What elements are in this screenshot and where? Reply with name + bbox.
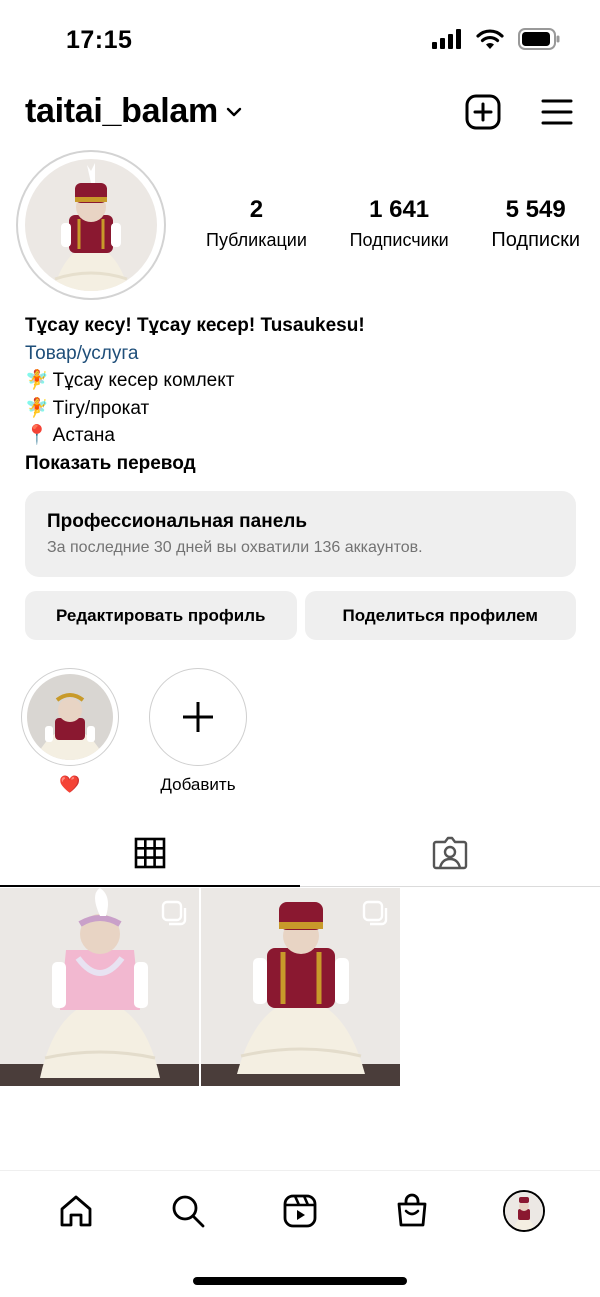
pro-panel-title: Профессиональная панель bbox=[47, 511, 308, 532]
hamburger-menu-icon bbox=[541, 99, 573, 125]
following-count-value: 5 549 bbox=[505, 196, 566, 223]
shop-icon bbox=[397, 1193, 427, 1226]
profile-photo-image bbox=[25, 159, 157, 291]
profile-photo bbox=[25, 159, 157, 291]
posts-count-label: Публикации bbox=[206, 230, 307, 250]
bio-line: 🧚 Тігу/прокат bbox=[25, 395, 585, 423]
following-count-label: Подписки bbox=[491, 229, 580, 251]
professional-dashboard[interactable]: Профессиональная панель За последние 30 … bbox=[25, 491, 576, 577]
profile-stats: 2 Публикации 1 641 Подписчики 5 549 Подп… bbox=[206, 196, 580, 252]
reels-icon bbox=[283, 1194, 317, 1227]
tab-tagged[interactable] bbox=[300, 820, 600, 886]
nav-reels[interactable] bbox=[270, 1181, 330, 1241]
nav-shop[interactable] bbox=[382, 1181, 442, 1241]
highlight-image bbox=[27, 674, 113, 760]
plus-square-icon bbox=[465, 94, 501, 130]
followers-count[interactable]: 1 641 Подписчики bbox=[350, 196, 449, 252]
profile-bio: Тұсау кесу! Тұсау кесер! Tusaukesu! Това… bbox=[25, 312, 585, 477]
bottom-nav bbox=[0, 1170, 600, 1250]
status-time: 17:15 bbox=[66, 26, 133, 54]
new-highlight-circle bbox=[149, 668, 247, 766]
chevron-down-icon bbox=[226, 107, 242, 116]
battery-icon bbox=[518, 28, 560, 50]
fairy-emoji-icon: 🧚 bbox=[25, 397, 49, 419]
edit-profile-button[interactable]: Редактировать профиль bbox=[25, 591, 297, 640]
menu-button[interactable] bbox=[537, 92, 577, 132]
posts-grid bbox=[0, 888, 600, 1086]
home-icon bbox=[60, 1195, 92, 1226]
multiple-photos-icon bbox=[362, 900, 388, 926]
story-highlights: ❤️ Добавить bbox=[20, 668, 248, 796]
tagged-icon bbox=[432, 836, 468, 870]
highlight-item[interactable]: ❤️ bbox=[20, 668, 120, 796]
home-indicator[interactable] bbox=[193, 1277, 407, 1285]
posts-count-value: 2 bbox=[249, 196, 264, 223]
status-icons bbox=[432, 28, 560, 50]
tab-posts-grid[interactable] bbox=[0, 820, 300, 887]
followers-count-value: 1 641 bbox=[369, 196, 430, 223]
profile-avatar-image bbox=[505, 1191, 543, 1230]
status-bar: 17:15 bbox=[0, 0, 600, 80]
following-count[interactable]: 5 549 Подписки bbox=[491, 196, 580, 252]
profile-avatar[interactable] bbox=[16, 150, 166, 300]
account-switcher[interactable]: taitai_balam bbox=[25, 92, 242, 131]
post-thumbnail[interactable] bbox=[0, 888, 199, 1086]
username: taitai_balam bbox=[25, 92, 218, 130]
bio-line: 📍 Астана bbox=[25, 422, 585, 450]
profile-actions: Редактировать профиль Поделиться профиле… bbox=[25, 591, 576, 640]
bio-line-text: Астана bbox=[52, 425, 115, 446]
pro-panel-subtitle: За последние 30 дней вы охватили 136 акк… bbox=[47, 539, 423, 556]
highlight-cover bbox=[21, 668, 119, 766]
bio-line-text: Тігу/прокат bbox=[52, 397, 150, 419]
highlight-label: ❤️ bbox=[59, 775, 81, 794]
multiple-photos-icon bbox=[161, 900, 187, 926]
fairy-emoji-icon: 🧚 bbox=[25, 370, 49, 391]
wifi-icon bbox=[476, 28, 504, 49]
nav-profile[interactable] bbox=[494, 1181, 554, 1241]
bio-line: 🧚 Тұсау кесер комлект bbox=[25, 367, 585, 395]
posts-count[interactable]: 2 Публикации bbox=[206, 196, 307, 252]
pin-emoji-icon: 📍 bbox=[25, 425, 49, 446]
highlight-cover-image bbox=[27, 674, 113, 760]
profile-header: taitai_balam bbox=[0, 84, 600, 140]
nav-home[interactable] bbox=[46, 1181, 106, 1241]
create-post-button[interactable] bbox=[463, 92, 503, 132]
new-highlight-label: Добавить bbox=[160, 775, 236, 794]
cellular-signal-icon bbox=[432, 29, 461, 49]
post-thumbnail[interactable] bbox=[201, 888, 400, 1086]
profile-tabs bbox=[0, 820, 600, 887]
new-highlight-button[interactable]: Добавить bbox=[148, 668, 248, 796]
nav-search[interactable] bbox=[158, 1181, 218, 1241]
show-translation-link[interactable]: Показать перевод bbox=[25, 450, 585, 478]
followers-count-label: Подписчики bbox=[349, 230, 449, 250]
bio-name: Тұсау кесу! Тұсау кесер! Tusaukesu! bbox=[25, 315, 365, 336]
plus-icon bbox=[183, 702, 213, 732]
grid-icon bbox=[134, 837, 166, 869]
share-profile-button[interactable]: Поделиться профилем bbox=[304, 591, 576, 640]
bio-line-text: Тұсау кесер комлект bbox=[52, 370, 235, 391]
bio-category-link[interactable]: Товар/услуга bbox=[25, 340, 585, 368]
profile-avatar bbox=[503, 1189, 545, 1232]
search-icon bbox=[172, 1195, 205, 1227]
